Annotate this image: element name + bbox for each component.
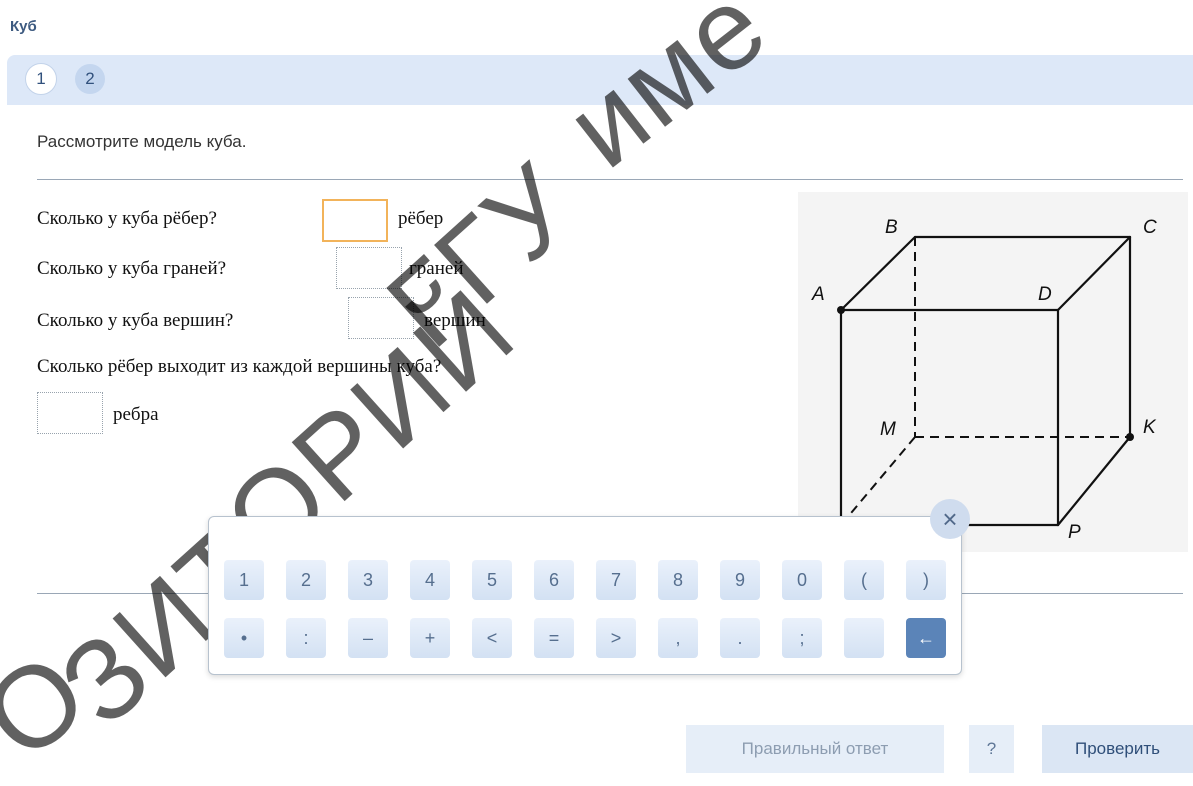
key-divide[interactable]: : <box>286 618 326 658</box>
vertex-label-m: M <box>880 419 896 440</box>
question-faces: Сколько у куба граней? <box>37 258 227 279</box>
vertex-label-c: C <box>1143 217 1157 238</box>
key-less[interactable]: < <box>472 618 512 658</box>
check-button[interactable]: Проверить <box>1042 725 1193 773</box>
key-multiply[interactable]: • <box>224 618 264 658</box>
question-vertices: Сколько у куба вершин? <box>37 310 234 331</box>
onscreen-keypad: 1 2 3 4 5 6 7 8 9 0 ( ) • : – + < = > , … <box>208 516 962 675</box>
key-1[interactable]: 1 <box>224 560 264 600</box>
unit-edges-per-vertex: ребра <box>113 404 159 425</box>
key-5[interactable]: 5 <box>472 560 512 600</box>
key-plus[interactable]: + <box>410 618 450 658</box>
show-answer-button[interactable]: Правильный ответ <box>686 725 944 773</box>
key-open-paren[interactable]: ( <box>844 560 884 600</box>
key-9[interactable]: 9 <box>720 560 760 600</box>
step-2-button[interactable]: 2 <box>75 64 105 94</box>
vertex-label-p: P <box>1068 522 1081 543</box>
answer-edges-input[interactable] <box>322 199 388 242</box>
close-icon[interactable]: × <box>930 499 970 539</box>
task-intro: Рассмотрите модель куба. <box>37 132 247 151</box>
key-equals[interactable]: = <box>534 618 574 658</box>
key-3[interactable]: 3 <box>348 560 388 600</box>
vertex-label-b: B <box>885 217 898 238</box>
key-minus[interactable]: – <box>348 618 388 658</box>
key-8[interactable]: 8 <box>658 560 698 600</box>
key-semicolon[interactable]: ; <box>782 618 822 658</box>
cube-diagram: B C A D M K P <box>798 192 1188 552</box>
key-7[interactable]: 7 <box>596 560 636 600</box>
key-6[interactable]: 6 <box>534 560 574 600</box>
key-blank[interactable] <box>844 618 884 658</box>
vertex-label-a: A <box>811 284 825 305</box>
divider <box>37 179 1183 180</box>
key-2[interactable]: 2 <box>286 560 326 600</box>
help-button[interactable]: ? <box>969 725 1014 773</box>
key-close-paren[interactable]: ) <box>906 560 946 600</box>
backspace-arrow-icon[interactable]: ← <box>906 618 946 658</box>
key-period[interactable]: . <box>720 618 760 658</box>
question-edges: Сколько у куба рёбер? <box>37 208 217 229</box>
vertex-label-d: D <box>1038 284 1052 305</box>
answer-edges-per-vertex-input[interactable] <box>37 392 103 434</box>
key-0[interactable]: 0 <box>782 560 822 600</box>
step-1-button[interactable]: 1 <box>25 63 57 95</box>
page-title: Куб <box>10 18 37 35</box>
key-4[interactable]: 4 <box>410 560 450 600</box>
vertex-label-k: K <box>1143 417 1157 438</box>
key-greater[interactable]: > <box>596 618 636 658</box>
key-comma[interactable]: , <box>658 618 698 658</box>
